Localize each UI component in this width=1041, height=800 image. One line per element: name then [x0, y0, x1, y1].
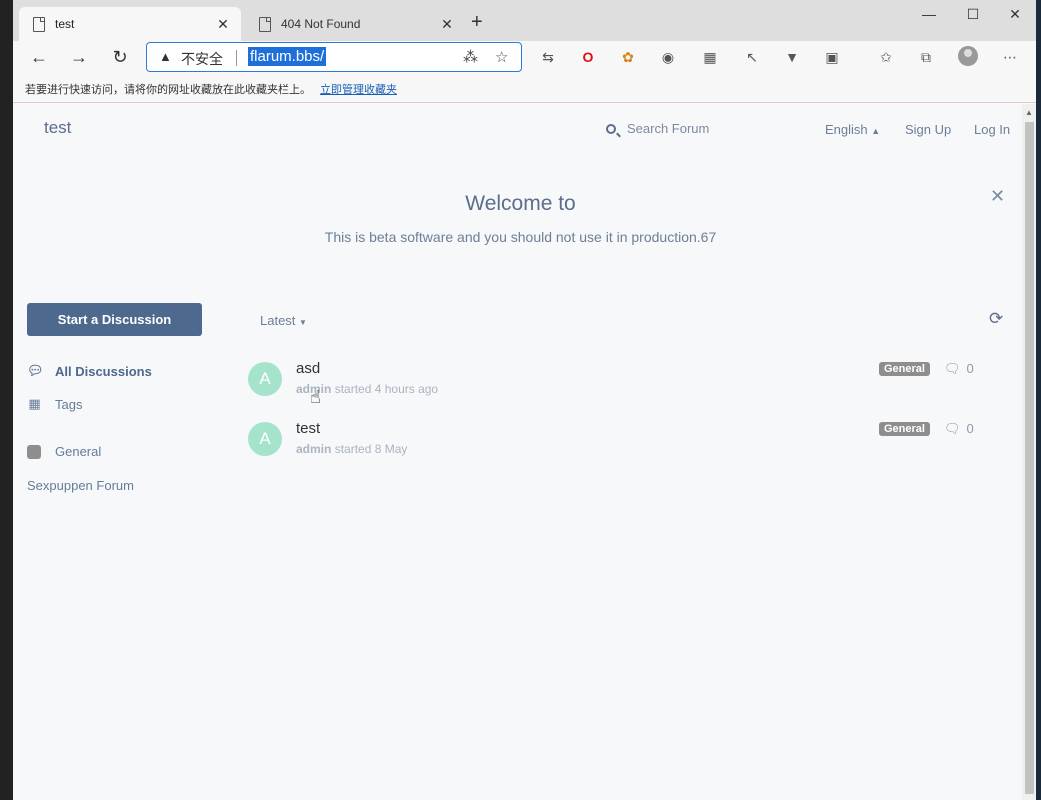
search-icon: [606, 123, 616, 134]
tags-grid-icon: ▦: [28, 396, 41, 411]
new-tab-icon[interactable]: +: [471, 12, 483, 32]
browser-window: test ✕ 404 Not Found ✕ + — ☐ ✕ ← → ↻ ▲ 不…: [13, 0, 1036, 800]
language-label: English: [825, 122, 868, 137]
avatar[interactable]: A: [248, 422, 282, 456]
mouse-cursor-icon: ☝︎: [310, 387, 321, 407]
sign-up-link[interactable]: Sign Up: [905, 122, 951, 137]
navigation-bar: ← → ↻ ▲ 不安全 flarum.bbs/ ⁂ ☆ ⇆ O ✿ ◉ ▦ ↖ …: [13, 41, 1036, 73]
collections-icon[interactable]: ⧉: [917, 48, 935, 66]
discussion-row[interactable]: A asd admin started 4 hours ago General …: [248, 360, 1008, 412]
comments-icon: 💬︎: [27, 363, 44, 378]
comment-icon: 🗨︎: [944, 361, 961, 376]
close-tab-icon[interactable]: ✕: [215, 16, 231, 33]
tab-404[interactable]: 404 Not Found ✕: [245, 7, 465, 41]
forum-title[interactable]: test: [44, 118, 71, 138]
sidebar-item-general[interactable]: General: [27, 444, 101, 459]
forum-page: test Search Forum English ▲︎ Sign Up Log…: [13, 104, 1022, 800]
manage-favorites-link[interactable]: 立即管理收藏夹: [320, 81, 397, 97]
scroll-up-icon[interactable]: ▲: [1025, 108, 1033, 117]
sidebar-item-label: Tags: [55, 396, 83, 412]
url-text[interactable]: flarum.bbs/: [248, 47, 327, 66]
sidebar-item-label: All Discussions: [55, 363, 152, 379]
tab-title: 404 Not Found: [281, 17, 361, 31]
sidebar-item-all-discussions[interactable]: 💬︎ All Discussions: [27, 363, 152, 379]
sidebar-item-label: General: [55, 444, 102, 459]
favorites-hint: 若要进行快速访问，请将你的网址收藏放在此收藏夹栏上。: [25, 84, 311, 96]
hero-title: Welcome to: [465, 192, 576, 215]
discussion-author[interactable]: admin: [296, 442, 331, 456]
scrollbar-thumb[interactable]: [1025, 122, 1034, 794]
back-icon[interactable]: ←: [27, 45, 51, 69]
favorite-star-icon[interactable]: ☆: [495, 48, 508, 66]
start-discussion-button[interactable]: Start a Discussion: [27, 303, 202, 336]
discussion-started: started 8 May: [334, 442, 408, 456]
discussion-row[interactable]: A test admin started 8 May General 🗨︎ 0: [248, 420, 1008, 472]
sort-label: Latest: [260, 313, 296, 328]
discussion-meta: admin started 8 May: [296, 442, 407, 456]
log-in-link[interactable]: Log In: [974, 122, 1010, 137]
address-bar[interactable]: ▲ 不安全 flarum.bbs/ ⁂ ☆: [146, 42, 522, 72]
tab-title: test: [55, 17, 75, 31]
sidebar-item-label: Sexpuppen Forum: [27, 478, 134, 493]
tag-badge[interactable]: General: [879, 362, 930, 376]
comment-icon: 🗨︎: [944, 421, 961, 436]
extension-opera-icon[interactable]: O: [579, 48, 597, 66]
tab-bar: test ✕ 404 Not Found ✕ + — ☐ ✕: [13, 0, 1036, 41]
refresh-discussions-icon[interactable]: ⟳: [989, 309, 1003, 329]
warning-icon[interactable]: ▲: [159, 49, 172, 64]
extension-image-icon[interactable]: ▣: [823, 48, 841, 66]
avatar[interactable]: A: [248, 362, 282, 396]
language-dropdown[interactable]: English ▲︎: [825, 122, 880, 137]
reply-count: 🗨︎ 0: [944, 421, 974, 437]
caret-down-icon: ▼: [299, 318, 307, 327]
tab-test[interactable]: test ✕: [19, 7, 241, 41]
tag-badge[interactable]: General: [879, 422, 930, 436]
favorites-bar: 若要进行快速访问，请将你的网址收藏放在此收藏夹栏上。 立即管理收藏夹: [13, 73, 1036, 103]
close-window-icon[interactable]: ✕: [1005, 6, 1025, 23]
sidebar-link-sexpuppen-forum[interactable]: Sexpuppen Forum: [27, 478, 134, 493]
maximize-icon[interactable]: ☐: [963, 6, 983, 23]
reply-count: 🗨︎ 0: [944, 361, 974, 377]
page-scrollbar[interactable]: ▲: [1022, 104, 1036, 800]
discussion-title[interactable]: asd: [296, 360, 320, 377]
translate-icon[interactable]: ⁂: [463, 48, 478, 66]
extension-v-icon[interactable]: ▼: [783, 48, 801, 66]
extension-globe-icon[interactable]: ◉: [659, 48, 677, 66]
forward-icon[interactable]: →: [67, 45, 91, 69]
reply-count-value: 0: [966, 361, 974, 376]
page-icon: [33, 16, 45, 32]
desktop-background-right: [1036, 0, 1041, 800]
search-placeholder: Search Forum: [627, 121, 710, 136]
security-label[interactable]: 不安全: [181, 49, 223, 69]
sort-updown-icon: ▲︎: [871, 126, 881, 136]
profile-avatar-icon[interactable]: [958, 46, 978, 66]
discussion-title[interactable]: test: [296, 420, 320, 437]
refresh-icon[interactable]: ↻: [108, 45, 132, 69]
discussion-started: started 4 hours ago: [334, 382, 439, 396]
divider: [236, 50, 237, 66]
tag-color-icon: [27, 444, 41, 459]
hero-subtitle: This is beta software and you should not…: [324, 229, 717, 245]
close-icon[interactable]: ✕: [990, 186, 1005, 207]
page-icon: [259, 16, 271, 32]
extension-puzzle-icon[interactable]: ▦: [701, 48, 719, 66]
desktop-background: [0, 0, 13, 800]
close-tab-icon[interactable]: ✕: [439, 16, 455, 33]
extension-flower-icon[interactable]: ✿: [619, 48, 637, 66]
favorites-icon[interactable]: ✩: [877, 48, 895, 66]
sidebar-item-tags[interactable]: ▦ Tags: [27, 396, 82, 412]
extension-cursor-icon[interactable]: ↖: [743, 48, 761, 66]
sort-dropdown[interactable]: Latest ▼: [260, 313, 307, 328]
search-input[interactable]: Search Forum: [606, 121, 709, 136]
reply-count-value: 0: [966, 421, 974, 436]
extension-share-icon[interactable]: ⇆: [539, 48, 557, 66]
more-menu-icon[interactable]: ⋯: [1001, 48, 1019, 66]
minimize-icon[interactable]: —: [919, 6, 939, 22]
